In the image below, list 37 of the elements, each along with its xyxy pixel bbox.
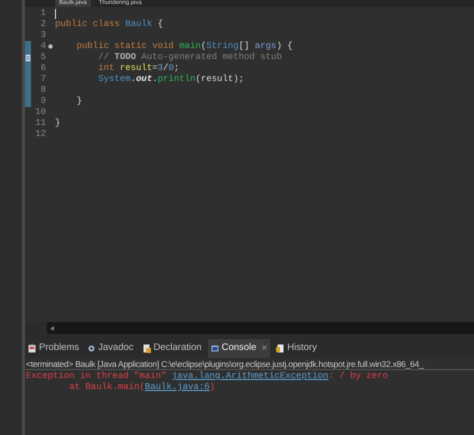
console-line: at Baulk.main(Baulk.java:6) (68, 382, 216, 393)
clipboard-icon (28, 344, 36, 353)
panel-tab[interactable]: Javadoc (85, 339, 137, 358)
code-line: public static void main(String[] args) { (76, 41, 293, 52)
monitor-icon (210, 344, 219, 352)
panel-tab[interactable]: Declaration (140, 339, 205, 358)
code-line: // TODO Auto-generated method stub (97, 52, 282, 63)
line-number: 10 (35, 107, 46, 117)
document-icon (142, 344, 151, 353)
panel-tab[interactable]: History (273, 339, 320, 358)
panel-tab[interactable]: Problems (25, 339, 82, 358)
stack-trace-link[interactable]: Baulk.java:6 (144, 382, 210, 392)
code-line: } (55, 118, 60, 129)
line-number: 6 (40, 63, 46, 73)
line-number: 8 (40, 85, 46, 95)
line-number: 4 (40, 41, 46, 51)
stack-trace-link[interactable]: java.lang.ArithmeticException (172, 371, 328, 381)
line-number: 5 (40, 52, 46, 62)
code-line: int result=3/0; (97, 63, 180, 74)
line-number: 1 (40, 8, 46, 18)
line-number: 11 (35, 118, 46, 128)
code-line: System.out.println(result); (97, 74, 244, 85)
code-line: } (76, 96, 82, 107)
horizontal-scrollbar[interactable] (47, 322, 474, 334)
code-line: public class Baulk { (55, 19, 164, 30)
fold-icon[interactable] (48, 44, 53, 49)
panel-tab[interactable]: Console × (208, 339, 270, 358)
console-header: <terminated> Baulk [Java Application] C:\e\eclipse\plugins\org.eclipse.justj.openjdk.hotspot.jre.full.win32.x86_64_ (25, 358, 474, 370)
line-number: 7 (40, 74, 46, 84)
document-icon (276, 344, 284, 353)
left-arrow-icon[interactable] (50, 326, 54, 330)
line-number: 12 (35, 129, 46, 139)
close-button[interactable]: × (261, 341, 268, 356)
line-number: 2 (40, 19, 46, 29)
line-number: 9 (40, 96, 46, 106)
line-number: 3 (40, 30, 46, 40)
console-line: Exception in thread "main" java.lang.ArithmeticException: / by zero (25, 371, 389, 382)
